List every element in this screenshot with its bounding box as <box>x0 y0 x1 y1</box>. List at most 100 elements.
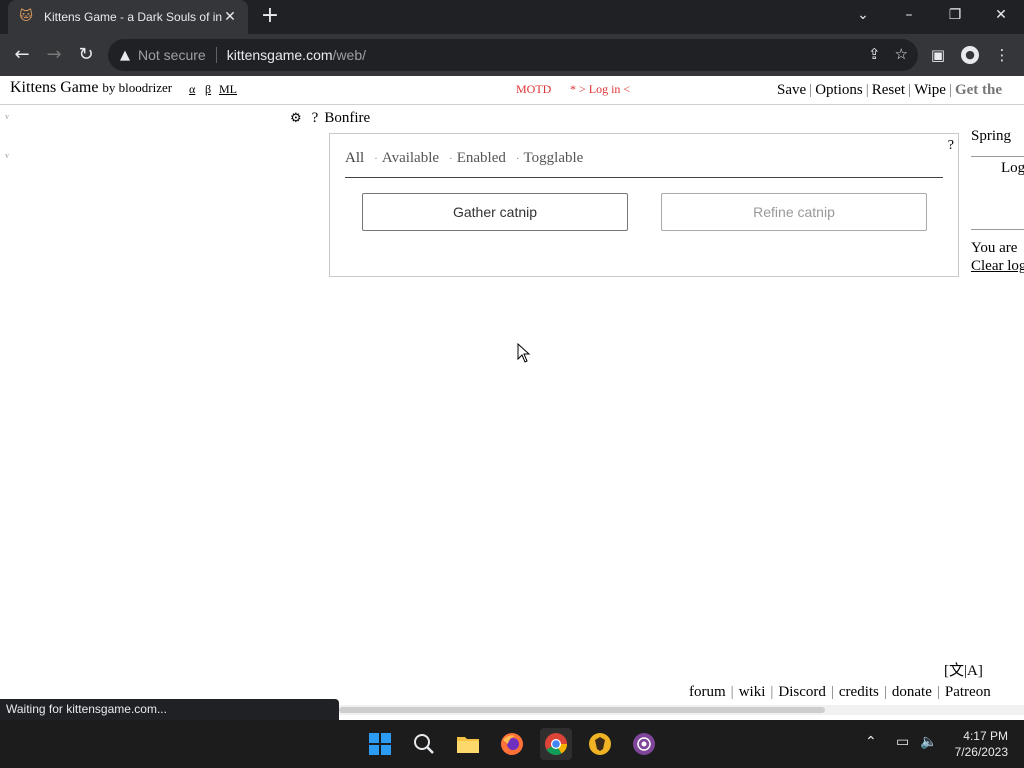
omnibox-divider <box>215 47 217 63</box>
chrome-icon[interactable] <box>540 728 572 760</box>
firefox-icon[interactable] <box>496 728 528 760</box>
web-page: Kittens Game by bloodrizer α β ML MOTD *… <box>0 76 1024 699</box>
resource-toggle-marker[interactable]: v <box>5 151 9 160</box>
filter-togglable[interactable]: Togglable <box>524 150 584 166</box>
clear-log-link[interactable]: Clear log <box>971 258 1024 275</box>
back-arrow-icon[interactable]: ← <box>10 43 34 67</box>
kitten-favicon-icon: 🐱 <box>19 9 33 24</box>
ml-link[interactable]: ML <box>219 82 237 97</box>
divider <box>971 156 1024 157</box>
filter-all[interactable]: All <box>345 150 364 166</box>
game-title: Kittens Game by bloodrizer <box>10 79 172 97</box>
divider: | <box>830 684 834 699</box>
url-path[interactable]: /web/ <box>333 47 366 63</box>
file-explorer-icon[interactable] <box>452 728 484 760</box>
horizontal-scrollbar[interactable] <box>339 705 1024 715</box>
divider: | <box>883 684 887 699</box>
game-header: Kittens Game by bloodrizer α β ML MOTD *… <box>0 76 1024 105</box>
restore-window-button[interactable]: ❐ <box>932 0 978 30</box>
discord-link[interactable]: Discord <box>778 684 826 699</box>
filter-enabled[interactable]: Enabled <box>457 150 506 166</box>
gear-icon[interactable]: ⚙ <box>290 111 302 126</box>
scrollbar-thumb[interactable] <box>339 707 825 713</box>
login-link[interactable]: * > Log in < <box>570 82 630 97</box>
system-clock[interactable]: 4:17 PM 7/26/2023 <box>950 728 1008 760</box>
divider: | <box>770 684 774 699</box>
divider: | <box>730 684 734 699</box>
close-window-button[interactable]: ✕ <box>978 0 1024 30</box>
side-panel-icon[interactable]: ▣ <box>926 43 950 67</box>
bookmark-star-icon[interactable]: ☆ <box>895 45 908 63</box>
reset-link[interactable]: Reset <box>872 82 905 98</box>
windows-logo-icon <box>369 733 391 755</box>
language-toggle[interactable]: [文|A] <box>944 659 983 680</box>
windows-taskbar: ⌃ ▭ 🔈 4:17 PM 7/26/2023 <box>0 720 1024 768</box>
search-icon[interactable] <box>408 728 440 760</box>
options-link[interactable]: Options <box>815 82 863 98</box>
forward-arrow-icon[interactable]: → <box>42 43 66 67</box>
person-icon: ● <box>961 46 979 64</box>
not-secure-label[interactable]: Not secure <box>138 47 206 63</box>
divider: | <box>865 82 869 98</box>
filter-separator: · <box>374 153 378 165</box>
season-label: Spring <box>971 128 1012 144</box>
motd-link[interactable]: MOTD <box>516 82 551 97</box>
divider: | <box>948 82 952 98</box>
network-icon[interactable]: ▭ <box>896 734 909 750</box>
show-hidden-icons-chevron-icon[interactable]: ⌃ <box>865 734 877 750</box>
credits-link[interactable]: credits <box>839 684 879 699</box>
close-tab-icon[interactable]: ✕ <box>222 9 238 25</box>
resource-toggle-marker[interactable]: v <box>5 112 9 121</box>
address-bar[interactable]: ▲ Not secure kittensgame.com/web/ ⇪ ☆ <box>108 39 918 71</box>
forum-link[interactable]: forum <box>689 684 726 699</box>
gather-catnip-button[interactable]: Gather catnip <box>362 193 628 231</box>
save-link[interactable]: Save <box>777 82 806 98</box>
reload-icon[interactable]: ↻ <box>74 43 98 67</box>
get-the-app-link[interactable]: Get the <box>955 82 1002 98</box>
filter-separator: · <box>515 153 520 165</box>
share-icon[interactable]: ⇪ <box>868 45 881 63</box>
new-tab-button[interactable]: + <box>258 5 282 29</box>
patreon-link[interactable]: Patreon <box>945 684 991 699</box>
warning-triangle-icon[interactable]: ▲ <box>120 48 130 63</box>
tor-browser-icon[interactable] <box>628 728 660 760</box>
browser-status-bar: Waiting for kittensgame.com... <box>0 699 339 720</box>
header-actions: Save | Options | Reset | Wipe | Get the <box>777 82 1002 99</box>
building-filters: All · Available · Enabled · Togglable <box>345 150 583 167</box>
alpha-link[interactable]: α <box>189 82 195 97</box>
panel-help-button[interactable]: ? <box>948 138 954 154</box>
bonfire-tab-header: ⚙ ? Bonfire <box>290 110 370 127</box>
minimize-window-button[interactable]: – <box>886 0 932 30</box>
brave-shield-icon[interactable] <box>584 728 616 760</box>
start-button[interactable] <box>364 728 396 760</box>
browser-tab[interactable]: 🐱 Kittens Game - a Dark Souls of in ✕ <box>8 0 248 34</box>
volume-icon[interactable]: 🔈 <box>920 734 937 750</box>
divider: | <box>809 82 813 98</box>
bonfire-help[interactable]: ? <box>312 110 319 127</box>
wiki-link[interactable]: wiki <box>739 684 766 699</box>
tab-title: Kittens Game - a Dark Souls of in <box>44 10 222 24</box>
tab-search-chevron-icon[interactable]: ⌄ <box>840 0 886 30</box>
filter-divider <box>345 177 943 178</box>
omnibox-actions: ⇪ ☆ <box>868 45 908 63</box>
filter-separator: · <box>449 153 453 165</box>
log-message: You are <box>971 240 1018 256</box>
divider <box>971 229 1024 230</box>
game-author: by bloodrizer <box>102 80 173 95</box>
refine-catnip-button[interactable]: Refine catnip <box>661 193 927 231</box>
tab-bonfire[interactable]: Bonfire <box>324 110 370 127</box>
bonfire-panel: ? All · Available · Enabled · Togglable Gather… <box>329 133 959 277</box>
clock-date: 7/26/2023 <box>954 745 1008 759</box>
chrome-menu-icon[interactable]: ⋮ <box>990 43 1014 67</box>
divider: | <box>908 82 912 98</box>
profile-avatar[interactable]: ● <box>958 43 982 67</box>
beta-link[interactable]: β <box>205 82 211 97</box>
tab-log[interactable]: Log <box>1001 160 1024 177</box>
wipe-link[interactable]: Wipe <box>914 82 946 98</box>
footer-links: forum | wiki | Discord | credits | donate | Patreo… <box>689 684 991 699</box>
divider: | <box>936 684 940 699</box>
donate-link[interactable]: donate <box>892 684 932 699</box>
filter-available[interactable]: Available <box>382 150 439 166</box>
url-host[interactable]: kittensgame.com <box>227 47 333 63</box>
browser-tab-strip: 🐱 Kittens Game - a Dark Souls of in ✕ + … <box>0 0 1024 34</box>
